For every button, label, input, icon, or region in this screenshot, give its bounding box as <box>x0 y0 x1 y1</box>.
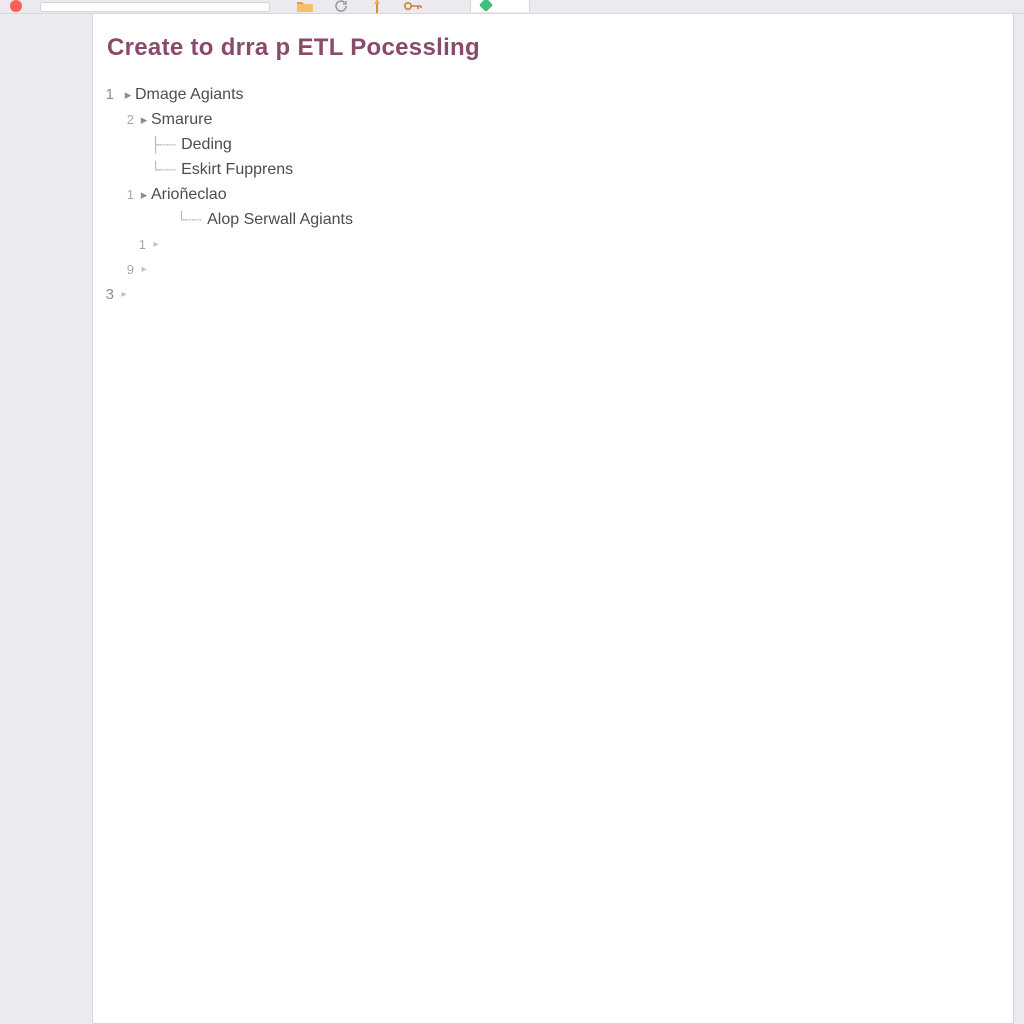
page-title: Create to drra p ETL Pocessling <box>107 34 480 62</box>
refresh-icon[interactable] <box>332 0 350 12</box>
line-number: 1 <box>129 237 149 252</box>
outline-label: Eskirt Fupprens <box>181 161 293 179</box>
outline-node[interactable]: └┄┄ Alop Serwall Agiants <box>97 207 353 232</box>
tree-branch-icon: └┄┄ <box>177 211 207 229</box>
line-number: 1 <box>97 86 117 103</box>
line-number: 3 <box>97 286 117 303</box>
document-panel: Create to drra p ETL Pocessling 1 ▸ Dmag… <box>92 14 1014 1024</box>
outline-node[interactable]: 1 ▸ Arioñeclao <box>97 182 353 207</box>
outline-label: Arioñeclao <box>151 186 227 204</box>
outline-label: Smarure <box>151 111 212 129</box>
outline-node[interactable]: └┄┄ Eskirt Fupprens <box>97 157 353 182</box>
twisty-icon[interactable]: ▸ <box>137 187 151 203</box>
outline-node[interactable]: 9 ▸ <box>97 257 353 282</box>
outline-label: Alop Serwall Agiants <box>207 211 353 229</box>
outline-node[interactable]: 1 ▸ <box>97 232 353 257</box>
outline-node[interactable]: 2 ▸ Smarure <box>97 107 353 132</box>
active-tab[interactable] <box>470 0 530 12</box>
folder-icon[interactable] <box>296 0 314 12</box>
outline-label: Deding <box>181 136 232 154</box>
line-number: 9 <box>117 262 137 277</box>
toolbar-icons <box>296 0 422 12</box>
line-number: 1 <box>117 187 137 202</box>
outline-tree: 1 ▸ Dmage Agiants 2 ▸ Smarure ├┄┄ Deding… <box>97 82 353 307</box>
tree-branch-icon: ├┄┄ <box>151 136 181 154</box>
window-controls <box>10 0 22 12</box>
outline-node[interactable]: ├┄┄ Deding <box>97 132 353 157</box>
tree-branch-icon: └┄┄ <box>151 161 181 179</box>
twisty-icon[interactable]: ▸ <box>137 112 151 128</box>
tab-diamond-icon <box>479 0 493 12</box>
address-input[interactable] <box>40 2 270 12</box>
line-number: 2 <box>117 112 137 127</box>
key-icon[interactable] <box>404 0 422 12</box>
twisty-icon[interactable]: ▸ <box>121 87 135 103</box>
top-toolbar <box>0 0 1024 14</box>
pin-icon[interactable] <box>368 0 386 12</box>
outline-label: Dmage Agiants <box>135 86 244 104</box>
outline-node[interactable]: 3 ▸ <box>97 282 353 307</box>
outline-node[interactable]: 1 ▸ Dmage Agiants <box>97 82 353 107</box>
close-icon[interactable] <box>10 0 22 12</box>
